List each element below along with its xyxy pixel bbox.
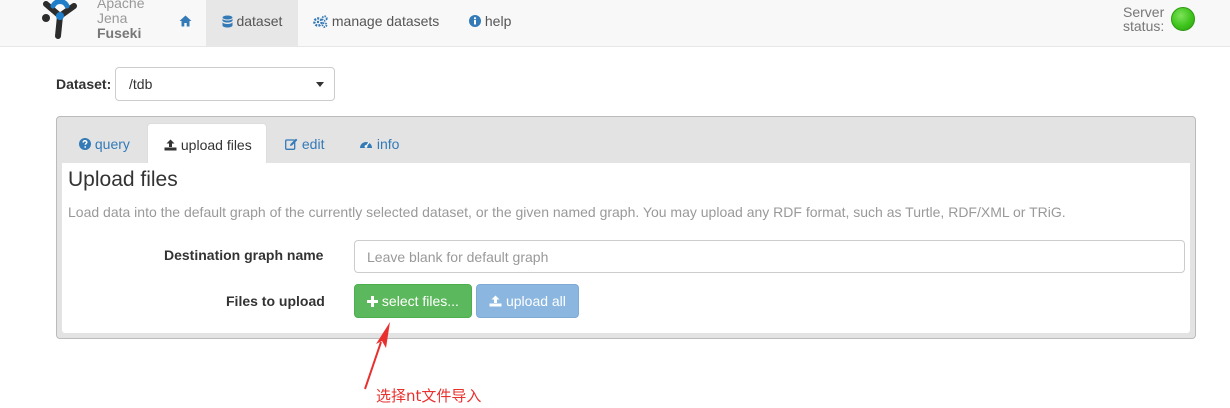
navbar: Apache Jena Fuseki dataset manage datase… bbox=[0, 0, 1230, 47]
files-to-upload-label: Files to upload bbox=[226, 293, 325, 309]
tab-upload-files[interactable]: upload files bbox=[147, 123, 267, 165]
dataset-panel: query upload files edit info Upload file… bbox=[56, 116, 1196, 339]
tab-upload-files-label: upload files bbox=[180, 137, 252, 153]
home-icon bbox=[179, 15, 191, 27]
server-status-label: Server status: bbox=[1123, 5, 1164, 33]
nav-manage-datasets-label: manage datasets bbox=[331, 13, 440, 29]
upload-tab-content: Upload files Load data into the default … bbox=[62, 163, 1190, 333]
destination-graph-label: Destination graph name bbox=[164, 247, 324, 263]
tab-info-label: info bbox=[376, 136, 400, 152]
cogs-icon bbox=[313, 15, 328, 28]
nav-dataset-label: dataset bbox=[236, 13, 283, 29]
select-files-button[interactable]: select files... bbox=[354, 284, 472, 318]
fuseki-logo[interactable] bbox=[40, 0, 80, 46]
caret-down-icon bbox=[316, 82, 324, 87]
edit-icon bbox=[285, 138, 298, 150]
plus-icon bbox=[367, 296, 379, 307]
server-status-line-1: Server bbox=[1123, 4, 1165, 20]
info-circle-icon bbox=[469, 15, 481, 27]
tab-query[interactable]: query bbox=[63, 123, 146, 165]
nav-manage-datasets[interactable]: manage datasets bbox=[313, 0, 439, 46]
tab-info[interactable]: info bbox=[343, 123, 415, 165]
nav-home[interactable] bbox=[169, 0, 201, 46]
server-status-indicator bbox=[1171, 7, 1195, 31]
tab-query-label: query bbox=[94, 136, 130, 152]
dataset-select[interactable]: /tdb bbox=[115, 67, 335, 101]
dataset-label: Dataset: bbox=[56, 76, 112, 92]
database-icon bbox=[222, 15, 233, 28]
upload-description: Load data into the default graph of the … bbox=[68, 204, 1066, 220]
upload-all-button[interactable]: upload all bbox=[476, 284, 579, 318]
brand-name[interactable]: Apache Jena Fuseki bbox=[97, 0, 144, 41]
upload-all-label: upload all bbox=[505, 293, 566, 309]
upload-title: Upload files bbox=[68, 168, 178, 191]
server-status-line-2: status: bbox=[1123, 18, 1165, 34]
destination-graph-input[interactable] bbox=[354, 240, 1185, 273]
dataset-select-value: /tdb bbox=[129, 76, 153, 92]
brand-line-3: Fuseki bbox=[97, 25, 142, 41]
upload-icon bbox=[164, 139, 177, 151]
tab-edit-label: edit bbox=[301, 136, 325, 152]
dashboard-icon bbox=[360, 142, 372, 148]
nav-help-label: help bbox=[484, 13, 512, 29]
question-circle-icon bbox=[79, 138, 91, 150]
upload-icon bbox=[489, 295, 502, 307]
annotation-text: 选择nt文件导入 bbox=[376, 387, 482, 405]
annotation-arrow bbox=[364, 322, 390, 390]
nav-help[interactable]: help bbox=[469, 0, 511, 46]
select-files-label: select files... bbox=[381, 293, 459, 309]
brand-line-2: Jena bbox=[97, 10, 128, 26]
tab-edit[interactable]: edit bbox=[269, 123, 340, 165]
nav-dataset[interactable]: dataset bbox=[206, 0, 298, 46]
